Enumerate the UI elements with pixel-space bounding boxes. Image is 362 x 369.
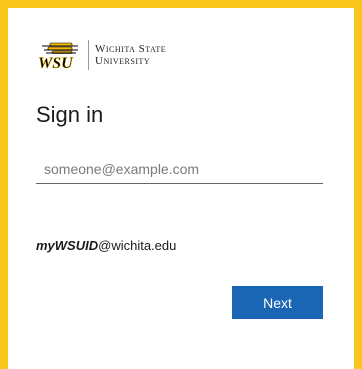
university-name-line2: University [95,55,151,67]
email-input[interactable] [36,158,323,184]
signin-card: WSU Wichita State University Sign in myW… [8,8,354,369]
username-hint-domain: @wichita.edu [98,238,177,253]
university-name: Wichita State University [95,43,166,67]
university-logo: WSU Wichita State University [36,40,166,70]
logo-divider [88,40,89,70]
wsu-logo-icon: WSU [38,42,78,70]
next-button[interactable]: Next [232,286,323,319]
username-hint: myWSUID@wichita.edu [36,238,176,253]
username-hint-id: myWSUID [36,238,99,253]
page-title: Sign in [36,102,104,127]
email-field-wrapper [36,158,323,184]
logo-mark-text: WSU [38,55,74,70]
university-name-line1: Wichita State [95,43,167,55]
